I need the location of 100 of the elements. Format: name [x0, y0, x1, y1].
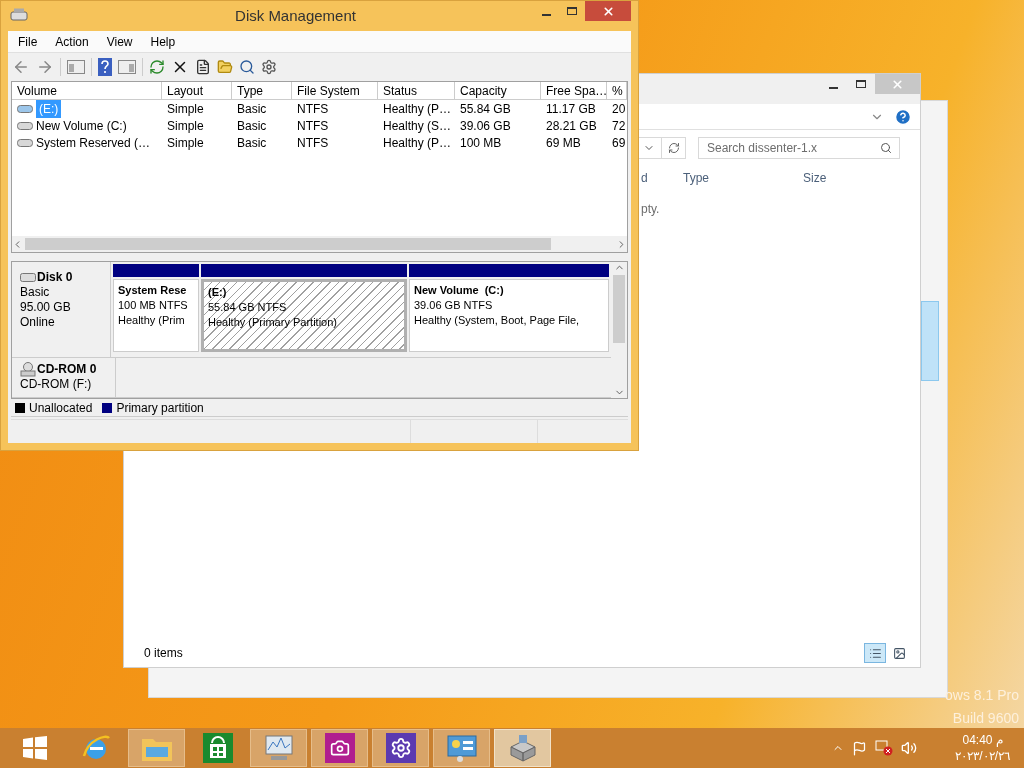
- taskbar-button[interactable]: [494, 729, 551, 767]
- table-cell-text: NTFS: [297, 134, 329, 152]
- partition-name: (E:): [208, 285, 228, 300]
- flag-icon[interactable]: [852, 740, 868, 756]
- column-header[interactable]: Capacity: [455, 82, 541, 99]
- table-cell-text: Basic: [237, 134, 267, 152]
- table-cell-text: Healthy (P…: [383, 134, 452, 152]
- forward-icon[interactable]: [36, 58, 54, 76]
- network-error-icon[interactable]: [875, 740, 894, 756]
- partition[interactable]: New Volume (C:) 39.06 GB NTFS Healthy (System, Boot, Page File,: [409, 279, 609, 352]
- disk-detail: 95.00 GB: [20, 300, 72, 315]
- table-cell-text: New Volume (C:): [36, 117, 127, 135]
- partition-size: 39.06 GB NTFS: [414, 298, 494, 313]
- camera-icon: [324, 733, 355, 763]
- column-header[interactable]: File System: [292, 82, 378, 99]
- back-icon[interactable]: [12, 58, 30, 76]
- disk-label-panel[interactable]: Disk 0 Basic 95.00 GB Online: [12, 262, 111, 357]
- column-header[interactable]: d: [641, 169, 683, 187]
- legend-label: Unallocated: [29, 399, 93, 417]
- table-cell-text: 69 MB: [546, 134, 581, 152]
- column-header[interactable]: %: [607, 82, 627, 99]
- partition-status: Healthy (Prim: [118, 313, 186, 328]
- disk-name: CD-ROM 0: [37, 362, 97, 377]
- table-cell-text: Healthy (P…: [383, 100, 452, 118]
- table-cell-text: 20: [612, 100, 626, 118]
- taskbar-button[interactable]: [372, 729, 429, 767]
- monitor-icon: [262, 733, 295, 763]
- open-folder-icon[interactable]: [217, 59, 233, 75]
- volume-row[interactable]: New Volume (C:) Simple Basic NTFS Healthy (S… 39.06 GB 28.21 GB 72: [12, 117, 627, 134]
- table-cell-text: 11.17 GB: [546, 100, 596, 118]
- horizontal-scrollbar[interactable]: [12, 236, 627, 252]
- volume-icon[interactable]: [901, 740, 918, 756]
- partition-size: 55.84 GB NTFS: [208, 300, 288, 315]
- column-header[interactable]: Size: [803, 169, 873, 187]
- partition-name: New Volume (C:): [414, 283, 505, 298]
- table-cell-text: 69: [612, 134, 626, 152]
- help-icon[interactable]: [98, 58, 112, 76]
- list-icon: [868, 646, 882, 660]
- empty-folder-message: pty.: [641, 202, 660, 216]
- refresh-icon[interactable]: [149, 59, 165, 75]
- disk-detail: Basic: [20, 285, 51, 300]
- menu-item[interactable]: File: [18, 32, 38, 51]
- table-cell-text: 72: [612, 117, 626, 135]
- disk-label-panel[interactable]: CD-ROM 0 CD-ROM (F:): [12, 358, 116, 397]
- settings-icon[interactable]: [261, 59, 277, 75]
- disk-detail: CD-ROM (F:): [20, 377, 93, 392]
- table-cell-text: Simple: [167, 117, 204, 135]
- console-tree-icon[interactable]: [67, 59, 85, 75]
- search-field[interactable]: Search dissenter-1.x: [698, 137, 900, 159]
- close-icon: [891, 77, 904, 91]
- close-icon: [601, 4, 615, 18]
- action-pane-icon[interactable]: [118, 59, 136, 75]
- partition[interactable]: System Rese 100 MB NTFS Healthy (Prim: [113, 279, 199, 352]
- taskbar-button[interactable]: [311, 729, 368, 767]
- properties-icon[interactable]: [195, 59, 211, 75]
- table-cell-text: Basic: [237, 100, 267, 118]
- refresh-icon: [667, 142, 680, 154]
- edition-watermark: Build 9600: [952, 709, 1019, 728]
- search-icon[interactable]: [239, 59, 255, 75]
- drive-icon: [17, 120, 33, 131]
- table-cell-text: Simple: [167, 100, 204, 118]
- clock-time: 04:40 م: [962, 732, 1003, 748]
- scrollbar-thumb[interactable]: [613, 275, 625, 343]
- image-icon: [892, 646, 906, 660]
- vertical-scrollbar[interactable]: [611, 262, 627, 398]
- menu-item[interactable]: Action: [55, 32, 89, 51]
- clock-date: ٢٠٢٣/٠٢/٢٦: [955, 748, 1010, 764]
- scrollbar-thumb[interactable]: [25, 238, 551, 250]
- menu-item[interactable]: View: [106, 32, 133, 51]
- column-header[interactable]: Layout: [162, 82, 232, 99]
- store-icon: [202, 733, 233, 763]
- partition-size: 100 MB NTFS: [118, 298, 189, 313]
- item-count: 0 items: [144, 645, 183, 662]
- help-icon[interactable]: [894, 107, 912, 126]
- table-cell-text: 28.21 GB: [546, 117, 597, 135]
- table-cell-text: NTFS: [297, 100, 329, 118]
- column-header[interactable]: Status: [378, 82, 455, 99]
- column-header[interactable]: Type: [232, 82, 292, 99]
- app-icon: [10, 8, 28, 24]
- disk-name: Disk 0: [37, 270, 73, 285]
- drive-icon: [17, 137, 33, 148]
- column-header[interactable]: Type: [683, 169, 803, 187]
- table-cell-text: Basic: [237, 117, 267, 135]
- column-header[interactable]: Volume: [12, 82, 162, 99]
- edition-watermark: ows 8.1 Pro: [945, 686, 1019, 705]
- volume-row[interactable]: System Reserved (… Simple Basic NTFS Healthy (P… 100 MB 69 MB 69: [12, 134, 627, 151]
- table-cell-text: System Reserved (…: [36, 134, 151, 152]
- partition[interactable]: (E:) 55.84 GB NTFS Healthy (Primary Partition): [201, 279, 407, 352]
- disk-detail: Online: [20, 315, 56, 330]
- table-cell-text: 100 MB: [460, 134, 502, 152]
- details-view-button[interactable]: [864, 643, 886, 663]
- drive-icon: [17, 103, 33, 114]
- menu-item[interactable]: Help: [150, 32, 176, 51]
- volume-row[interactable]: (E:) Simple Basic NTFS Healthy (P… 55.84 GB 11.17 GB 20: [12, 100, 627, 117]
- partition-status: Healthy (Primary Partition): [208, 315, 338, 330]
- cd-drive-icon: [20, 362, 36, 377]
- legend-label: Primary partition: [116, 399, 204, 417]
- taskbar-button[interactable]: [433, 729, 490, 767]
- column-header[interactable]: Free Spa…: [541, 82, 607, 99]
- table-cell-text: Healthy (S…: [383, 117, 452, 135]
